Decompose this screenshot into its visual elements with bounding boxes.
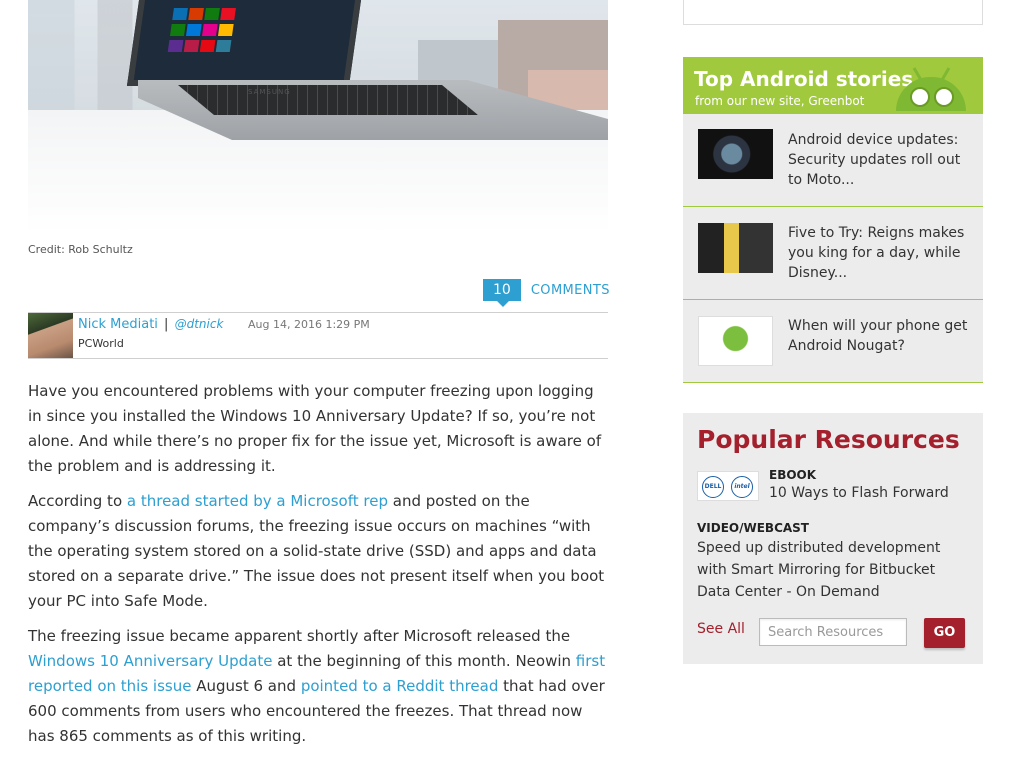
comments-link[interactable]: 10 COMMENTS xyxy=(483,279,610,307)
article-paragraph: Have you encountered problems with your … xyxy=(28,382,602,475)
popular-resources-widget: Popular Resources DELL intel EBOOK 10 Wa… xyxy=(683,413,983,664)
author-separator: | xyxy=(164,317,169,332)
popular-resources-title: Popular Resources xyxy=(697,425,960,454)
article-paragraph: The freezing issue became apparent short… xyxy=(28,624,610,749)
eye xyxy=(910,87,930,107)
comments-label[interactable]: COMMENTS xyxy=(531,283,610,298)
text: The freezing issue became apparent short… xyxy=(28,627,571,645)
sponsor-logos[interactable]: DELL intel xyxy=(697,471,759,501)
eye xyxy=(934,87,954,107)
ebook-label: EBOOK xyxy=(769,468,817,482)
go-button[interactable]: GO xyxy=(924,618,965,648)
comment-count-badge[interactable]: 10 xyxy=(483,279,521,307)
android-story-item[interactable]: Android device updates: Security updates… xyxy=(683,114,983,207)
divider xyxy=(28,358,608,359)
author-byline: Nick Mediati | @dtnick xyxy=(78,317,223,332)
author-twitter-link[interactable]: @dtnick xyxy=(175,317,224,331)
search-resources-input[interactable] xyxy=(759,618,907,646)
see-all-link[interactable]: See All xyxy=(697,621,745,637)
image-credit: Credit: Rob Schultz xyxy=(28,243,133,256)
laptop-brand: SAMSUNG xyxy=(248,88,291,96)
article-paragraph: According to a thread started by a Micro… xyxy=(28,489,610,614)
anniversary-update-link[interactable]: Windows 10 Anniversary Update xyxy=(28,652,272,670)
story-title[interactable]: Android device updates: Security updates… xyxy=(788,130,973,190)
android-stories-widget: Top Android stories from our new site, G… xyxy=(683,57,983,383)
story-thumbnail[interactable] xyxy=(698,223,773,273)
divider xyxy=(28,312,608,313)
text: According to xyxy=(28,492,127,510)
story-title[interactable]: Five to Try: Reigns makes you king for a… xyxy=(788,223,973,283)
text: August 6 and xyxy=(191,677,301,695)
ebook-link[interactable]: 10 Ways to Flash Forward xyxy=(769,485,949,501)
laptop-screen xyxy=(126,0,362,86)
story-title[interactable]: When will your phone get Android Nougat? xyxy=(788,316,973,356)
article-hero-image: SAMSUNG xyxy=(28,0,608,234)
dell-logo-icon: DELL xyxy=(702,476,724,498)
antenna xyxy=(912,67,923,81)
reddit-thread-link[interactable]: pointed to a Reddit thread xyxy=(301,677,499,695)
laptop-keyboard xyxy=(178,85,478,115)
android-stories-subtitle: from our new site, Greenbot xyxy=(695,94,865,108)
author-avatar[interactable] xyxy=(28,313,73,358)
author-publication: PCWorld xyxy=(78,337,124,350)
intel-logo-icon: intel xyxy=(731,476,753,498)
article-body: Have you encountered problems with your … xyxy=(28,379,610,759)
android-stories-header[interactable]: Top Android stories from our new site, G… xyxy=(683,57,983,114)
android-story-item[interactable]: Five to Try: Reigns makes you king for a… xyxy=(683,207,983,300)
video-webcast-link[interactable]: Speed up distributed development with Sm… xyxy=(697,537,967,603)
author-name-link[interactable]: Nick Mediati xyxy=(78,317,158,332)
story-thumbnail[interactable] xyxy=(698,316,773,366)
microsoft-thread-link[interactable]: a thread started by a Microsoft rep xyxy=(127,492,388,510)
android-story-item[interactable]: When will your phone get Android Nougat? xyxy=(683,300,983,383)
text: at the beginning of this month. Neowin xyxy=(272,652,576,670)
publish-date: Aug 14, 2016 1:29 PM xyxy=(248,318,370,331)
sidebar-ad-box xyxy=(683,0,983,25)
android-stories-title[interactable]: Top Android stories xyxy=(694,67,913,91)
story-thumbnail[interactable] xyxy=(698,129,773,179)
antenna xyxy=(940,67,951,81)
video-webcast-label: VIDEO/WEBCAST xyxy=(697,521,809,535)
